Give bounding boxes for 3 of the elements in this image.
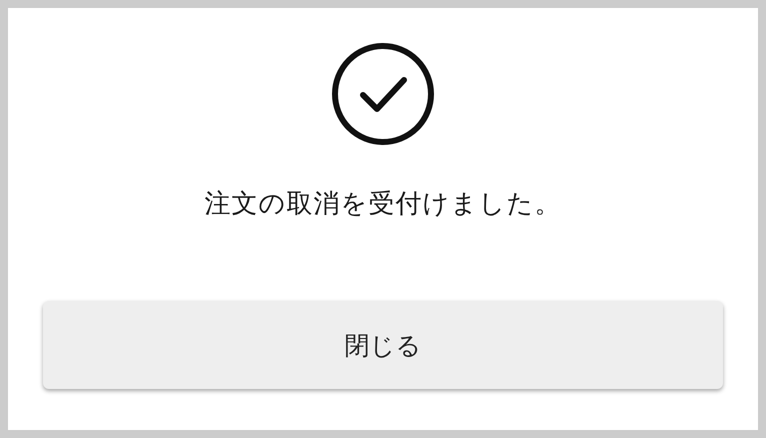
close-button[interactable]: 閉じる — [43, 301, 723, 389]
check-circle-icon — [331, 42, 435, 146]
confirmation-message: 注文の取消を受付けました。 — [204, 188, 562, 221]
